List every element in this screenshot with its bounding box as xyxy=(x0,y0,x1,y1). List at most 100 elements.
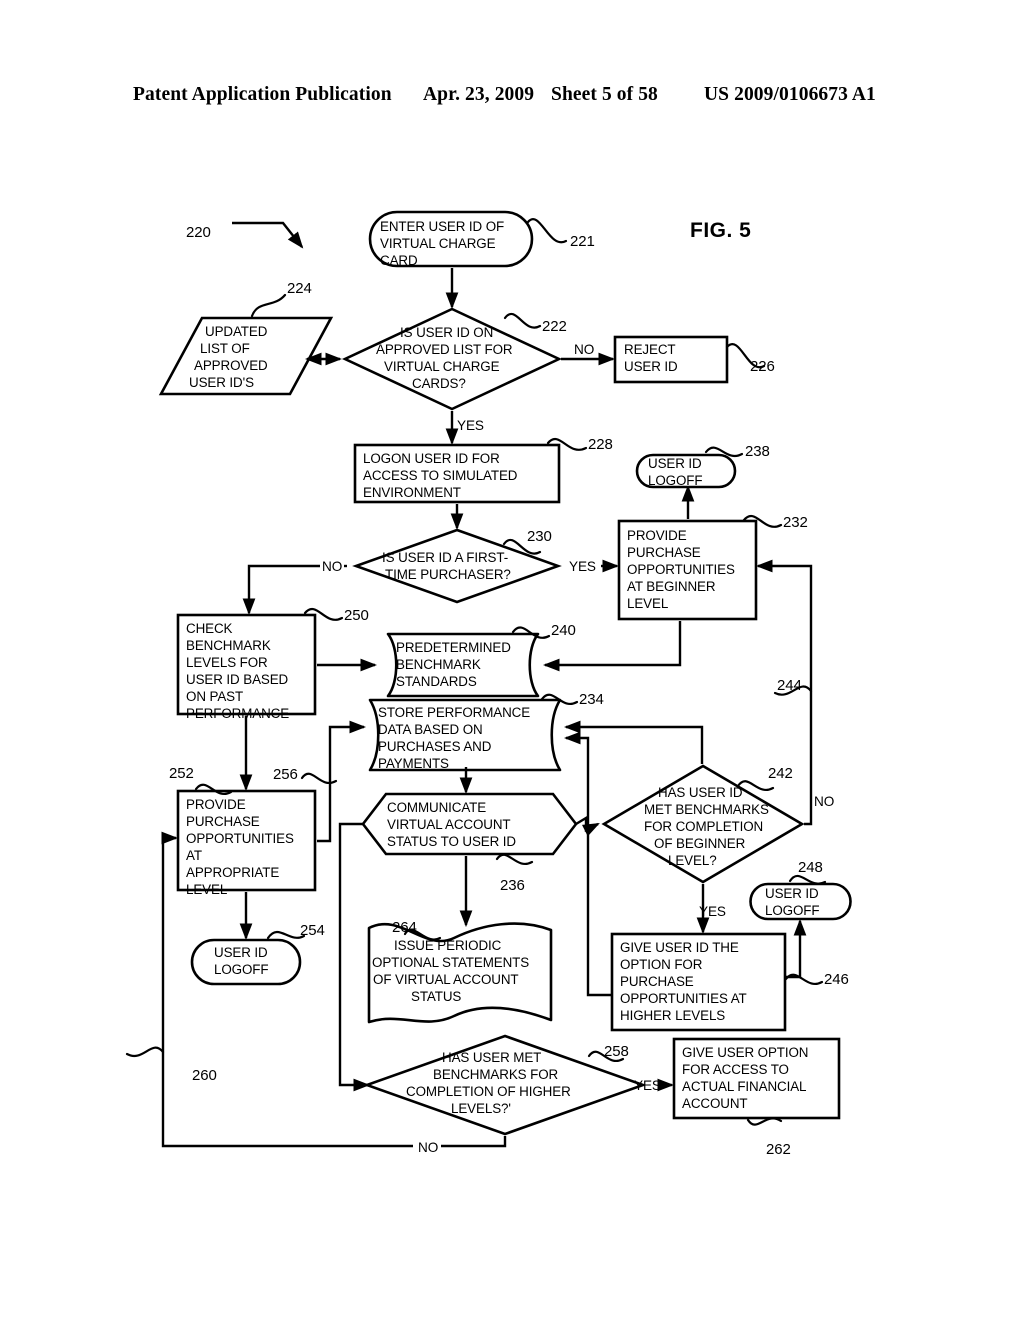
node-give-option-line-4: HIGHER LEVELS xyxy=(620,1008,725,1023)
node-issue-periodic-line-2: OF VIRTUAL ACCOUNT xyxy=(373,972,519,987)
node-logon-user-id-line-0: LOGON USER ID FOR xyxy=(363,451,500,466)
edge-258-no-part1 xyxy=(441,1136,507,1148)
node-communicate-status-line-2: STATUS TO USER ID xyxy=(387,834,516,849)
edge-label-230-yes: YES xyxy=(569,559,596,574)
node-enter-user-id-line-1: VIRTUAL CHARGE xyxy=(380,236,496,251)
node-met-beginner-line-1: MET BENCHMARKS xyxy=(644,802,769,817)
edge-label-230-no: NO xyxy=(322,559,342,574)
node-communicate-status: COMMUNICATE VIRTUAL ACCOUNT STATUS TO US… xyxy=(361,792,578,894)
node-provide-appropriate-level: PROVIDE PURCHASE OPPORTUNITIES AT APPROP… xyxy=(169,765,317,897)
node-check-benchmark-levels-line-2: LEVELS FOR xyxy=(186,655,268,670)
node-met-higher-line-0: HAS USER MET xyxy=(442,1050,541,1065)
node-provide-appropriate-line-4: APPROPRIATE xyxy=(186,865,279,880)
ref-258: 258 xyxy=(604,1043,629,1060)
node-store-performance-line-3: PAYMENTS xyxy=(378,756,449,771)
node-provide-beginner-level-line-2: OPPORTUNITIES xyxy=(627,562,735,577)
node-enter-user-id-line-0: ENTER USER ID OF xyxy=(380,219,504,234)
node-communicate-status-line-0: COMMUNICATE xyxy=(387,800,486,815)
ref-242: 242 xyxy=(768,765,793,782)
node-store-performance-line-0: STORE PERFORMANCE xyxy=(378,705,530,720)
edge-label-222-no: NO xyxy=(574,342,594,357)
ref-250: 250 xyxy=(344,607,369,624)
node-provide-appropriate-line-5: LEVEL xyxy=(186,882,227,897)
ref-260: 260 xyxy=(192,1067,217,1084)
node-reject-user-id: REJECT USER ID 226 xyxy=(613,335,775,384)
edge-236-to-258 xyxy=(338,822,371,1092)
node-provide-appropriate-line-2: OPPORTUNITIES xyxy=(186,831,294,846)
node-updated-list-line-2: APPROVED xyxy=(194,358,268,373)
node-met-higher-line-3: LEVELS?' xyxy=(451,1101,511,1116)
diagram-ref-220: 220 xyxy=(186,221,304,249)
ref-220-leader xyxy=(232,221,304,249)
node-provide-appropriate-line-1: PURCHASE xyxy=(186,814,260,829)
node-give-option-line-0: GIVE USER ID THE xyxy=(620,940,739,955)
node-issue-periodic-line-3: STATUS xyxy=(411,989,461,1004)
node-met-beginner-line-2: FOR COMPLETION xyxy=(644,819,763,834)
node-check-benchmark-levels-line-3: USER ID BASED xyxy=(186,672,289,687)
node-issue-periodic-statements: ISSUE PERIODIC OPTIONAL STATEMENTS OF VI… xyxy=(367,919,553,1024)
node-logon-user-id-line-2: ENVIRONMENT xyxy=(363,485,461,500)
ref-240: 240 xyxy=(551,622,576,639)
node-user-id-logoff-254-line-0: USER ID xyxy=(214,945,268,960)
ref-224: 224 xyxy=(287,280,312,297)
node-is-first-time-purchaser-line-1: TIME PURCHASER? xyxy=(385,567,511,582)
node-give-actual-line-3: ACCOUNT xyxy=(682,1096,748,1111)
node-updated-list-line-3: USER ID'S xyxy=(189,375,254,390)
ref-252: 252 xyxy=(169,765,194,782)
ref-224-leader xyxy=(250,293,287,318)
node-store-performance-line-1: DATA BASED ON xyxy=(378,722,483,737)
node-user-id-logoff-254: USER ID LOGOFF 254 xyxy=(190,922,325,986)
node-met-beginner-line-3: OF BEGINNER xyxy=(654,836,746,851)
node-give-option-higher-levels: GIVE USER ID THE OPTION FOR PURCHASE OPP… xyxy=(610,932,849,1032)
node-give-actual-line-2: ACTUAL FINANCIAL xyxy=(682,1079,806,1094)
node-give-option-line-1: OPTION FOR xyxy=(620,957,703,972)
node-give-actual-line-1: FOR ACCESS TO xyxy=(682,1062,789,1077)
node-is-first-time-purchaser: IS USER ID A FIRST- TIME PURCHASER? 230 xyxy=(352,528,562,604)
ref-238: 238 xyxy=(745,443,770,460)
node-provide-appropriate-line-3: AT xyxy=(186,848,202,863)
ref-256: 256 xyxy=(273,766,298,783)
ref-230: 230 xyxy=(527,528,552,545)
node-give-option-line-3: OPPORTUNITIES AT xyxy=(620,991,747,1006)
node-provide-beginner-level-line-0: PROVIDE xyxy=(627,528,687,543)
edge-242-to-234 xyxy=(563,720,704,764)
node-met-beginner-line-4: LEVEL? xyxy=(668,853,717,868)
ref-236: 236 xyxy=(500,877,525,894)
node-give-option-line-2: PURCHASE xyxy=(620,974,694,989)
node-store-performance-line-2: PURCHASES AND xyxy=(378,739,492,754)
node-user-id-logoff-238-line-1: LOGOFF xyxy=(648,473,702,488)
ref-244: 244 xyxy=(777,677,802,694)
ref-248: 248 xyxy=(798,859,823,876)
ref-254: 254 xyxy=(300,922,325,939)
node-met-higher-line-2: COMPLETION OF HIGHER xyxy=(406,1084,571,1099)
node-is-user-id-approved-line-3: CARDS? xyxy=(412,376,466,391)
node-provide-beginner-level-line-4: LEVEL xyxy=(627,596,668,611)
ref-262: 262 xyxy=(766,1141,791,1158)
flowchart-figure-5: 220 ENTER USER ID OF VIRTUAL CHARGE CARD… xyxy=(125,210,852,1158)
ref-234: 234 xyxy=(579,691,604,708)
node-predetermined-benchmark-standards: PREDETERMINED BENCHMARK STANDARDS 240 xyxy=(386,622,576,698)
ref-262-leader xyxy=(746,1117,783,1126)
edge-label-258-yes: YES xyxy=(634,1078,661,1093)
edge-label-242-no: NO xyxy=(814,794,834,809)
node-provide-beginner-level-line-1: PURCHASE xyxy=(627,545,701,560)
node-user-id-logoff-248: USER ID LOGOFF 248 xyxy=(749,859,852,921)
node-user-id-logoff-238: USER ID LOGOFF 238 xyxy=(635,443,770,489)
node-updated-list-line-0: UPDATED xyxy=(205,324,268,339)
edge-230-to-250 xyxy=(242,564,320,616)
ref-228: 228 xyxy=(588,436,613,453)
ref-222: 222 xyxy=(542,318,567,335)
node-reject-user-id-line-1: USER ID xyxy=(624,359,678,374)
node-met-higher-line-1: BENCHMARKS FOR xyxy=(433,1067,559,1082)
node-check-benchmark-levels-line-1: BENCHMARK xyxy=(186,638,271,653)
ref-246: 246 xyxy=(824,971,849,988)
ref-248-leader xyxy=(788,874,827,885)
node-met-beginner-line-0: HAS USER ID xyxy=(658,785,743,800)
node-give-actual-account-access: GIVE USER OPTION FOR ACCESS TO ACTUAL FI… xyxy=(672,1037,841,1158)
node-is-user-id-approved: IS USER ID ON APPROVED LIST FOR VIRTUAL … xyxy=(341,307,567,411)
node-predetermined-line-0: PREDETERMINED xyxy=(396,640,511,655)
node-user-id-logoff-248-line-0: USER ID xyxy=(765,886,819,901)
node-user-id-logoff-254-line-1: LOGOFF xyxy=(214,962,268,977)
node-check-benchmark-levels-line-5: PERFORMANCE xyxy=(186,706,289,721)
ref-220: 220 xyxy=(186,224,211,241)
